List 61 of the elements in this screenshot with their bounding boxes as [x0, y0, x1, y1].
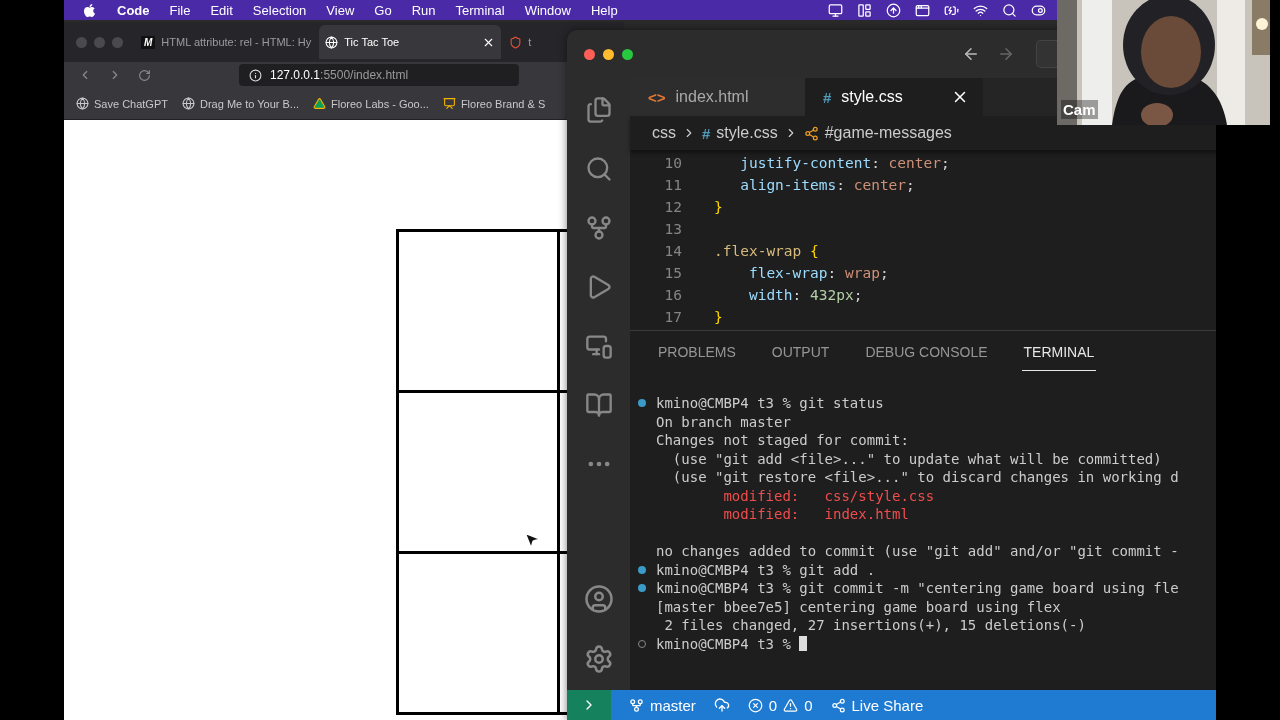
menu-item[interactable]: Go — [374, 2, 392, 18]
breadcrumb-item[interactable]: #game-messages — [824, 124, 952, 142]
terminal-line: [master bbee7e5] centering game board using flex — [656, 598, 1061, 615]
editor-tab[interactable]: <> index.html — [630, 78, 805, 116]
line-number: 13 — [663, 221, 682, 237]
menu-item[interactable]: View — [326, 2, 355, 18]
bookmark[interactable]: Drag Me to Your B... — [182, 97, 300, 110]
branch-item[interactable]: master — [629, 696, 696, 714]
browser-tab[interactable]: t — [503, 25, 538, 59]
site-logo: M — [141, 35, 156, 49]
code-line: } — [714, 309, 723, 325]
panel-tab[interactable]: DEBUG CONSOLE — [863, 333, 990, 371]
terminal-line: kmino@CMBP4 t3 % git commit -m "centering game board using fle — [656, 580, 1179, 597]
menu-item[interactable]: Selection — [252, 2, 307, 18]
breadcrumb-item[interactable]: css — [652, 124, 676, 142]
live-share-item[interactable]: Live Share — [830, 696, 924, 714]
code-line: flex-wrap: wrap; — [747, 265, 889, 281]
browser-tab[interactable]: M HTML attribute: rel - HTML: Hy — [135, 25, 318, 59]
bookmark[interactable]: Floreo Brand & S — [442, 97, 546, 110]
code-line: align-items: center; — [739, 177, 915, 193]
terminal-line: no changes added to commit (use "git add" and/or "git commit - — [656, 543, 1179, 560]
line-number: 14 — [663, 243, 682, 259]
terminal-line: modified: css/style.css — [722, 487, 935, 504]
code-line: justify-content: center; — [739, 155, 950, 171]
line-number: 10 — [663, 155, 682, 171]
line-number: 12 — [663, 199, 682, 215]
menu-item[interactable]: Run — [411, 2, 436, 18]
terminal-line: Changes not staged for commit: — [656, 432, 909, 449]
bookmark[interactable]: Save ChatGPT — [76, 97, 168, 110]
terminal-line: kmino@CMBP4 t3 % — [656, 635, 792, 652]
menu-item[interactable]: Edit — [210, 2, 233, 18]
menu-item[interactable]: Terminal — [455, 2, 505, 18]
editor-tab[interactable]: # style.css — [805, 78, 983, 116]
terminal-line: kmino@CMBP4 t3 % git status — [656, 395, 884, 412]
terminal-line: 2 files changed, 27 insertions(+), 15 deletions(-) — [663, 617, 1086, 634]
line-number: 15 — [663, 265, 682, 281]
bookmark[interactable]: Floreo Labs - Goo... — [313, 97, 429, 110]
panel-tab[interactable]: PROBLEMS — [656, 333, 738, 371]
line-number: 16 — [663, 287, 682, 303]
terminal-line: On branch master — [656, 413, 791, 430]
menu-item[interactable]: File — [169, 2, 191, 18]
terminal-line: (use "git restore <file>..." to discard changes in working d — [671, 469, 1179, 486]
code-line: } — [714, 199, 723, 215]
browser-tab[interactable]: Tic Tac Toe — [319, 25, 502, 59]
panel-tab[interactable]: OUTPUT — [769, 333, 832, 371]
terminal-line: (use "git add <file>..." to update what will be committed) — [671, 450, 1162, 467]
code-line: width: 432px; — [747, 287, 863, 303]
line-number: 11 — [663, 177, 682, 193]
terminal-line: modified: index.html — [722, 506, 909, 523]
terminal-line: kmino@CMBP4 t3 % git add . — [656, 561, 876, 578]
breadcrumb-item[interactable]: style.css — [716, 124, 778, 142]
menu-item[interactable]: Help — [590, 2, 618, 18]
address-bar[interactable]: 127.0.0.1:5500/index.html — [239, 64, 519, 86]
participant-name: Cam — [1061, 100, 1098, 119]
code-line: .flex-wrap { — [714, 243, 819, 259]
menu-item[interactable]: Code — [117, 2, 150, 18]
panel-tab[interactable]: TERMINAL — [1021, 333, 1097, 371]
css-icon: # — [702, 124, 711, 142]
menu-item[interactable]: Window — [524, 2, 571, 18]
line-number: 17 — [663, 309, 682, 325]
problems-item[interactable]: 0 0 — [747, 696, 813, 714]
